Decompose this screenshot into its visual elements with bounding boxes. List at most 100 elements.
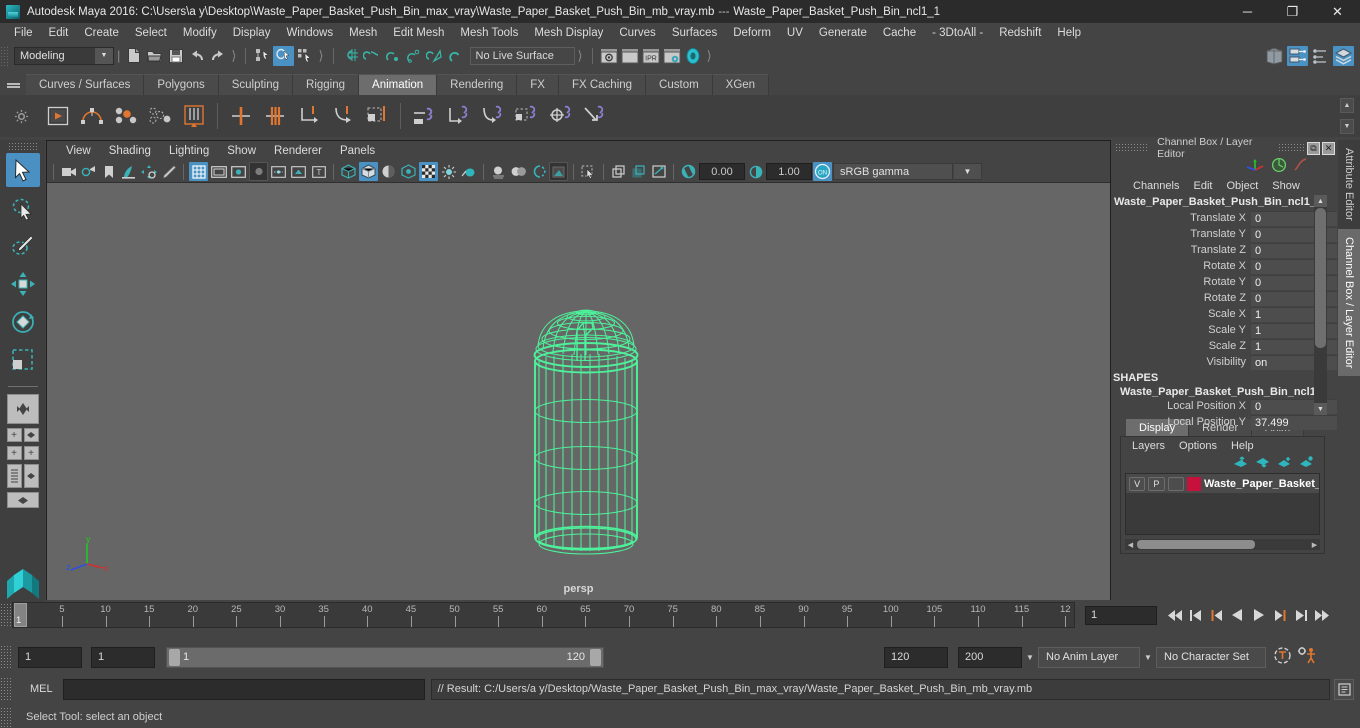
menu-cache[interactable]: Cache [875, 24, 924, 43]
shelf-scroll-up-icon[interactable]: ▲ [1340, 98, 1354, 113]
channel-row[interactable]: Translate Y0 [1112, 226, 1337, 242]
character-set-dropdown[interactable]: No Character Set [1156, 646, 1266, 668]
hscrollbar-thumb[interactable] [1137, 540, 1255, 549]
toolbox-grip[interactable] [7, 142, 38, 151]
color-management-chevron-down-icon[interactable]: ▼ [954, 163, 982, 180]
hud-text-icon[interactable]: T [309, 162, 328, 181]
layer-editor-icon[interactable] [1333, 45, 1354, 66]
menu-select[interactable]: Select [127, 24, 175, 43]
color-management-dropdown[interactable]: sRGB gamma [833, 163, 953, 180]
shelf-tab-rendering[interactable]: Rendering [437, 74, 518, 95]
viewport-3d-canvas[interactable]: y x z persp [47, 183, 1110, 600]
undo-icon[interactable] [186, 46, 207, 66]
channel-row[interactable]: Scale X1 [1112, 306, 1337, 322]
playback-start-field[interactable]: 1 [91, 646, 155, 668]
ipr-render-icon[interactable]: IPR [641, 46, 662, 66]
step-back-keyframe-icon[interactable] [1186, 604, 1205, 626]
shelf-tab-fx-caching[interactable]: FX Caching [558, 74, 647, 95]
aim-constraint-icon[interactable] [544, 99, 576, 133]
exposure-field[interactable]: 0.00 [699, 163, 745, 180]
menu-mesh[interactable]: Mesh [341, 24, 385, 43]
four-view-layout[interactable]: + [6, 428, 39, 442]
resolution-gate-icon[interactable] [229, 162, 248, 181]
play-backwards-icon[interactable] [1228, 604, 1247, 626]
menu-mesh-display[interactable]: Mesh Display [526, 24, 611, 43]
camera-attributes-icon[interactable] [79, 162, 98, 181]
lasso-select-tool[interactable] [6, 191, 40, 225]
point-constraint-icon[interactable] [442, 99, 474, 133]
menu-create[interactable]: Create [76, 24, 127, 43]
menu-modify[interactable]: Modify [175, 24, 225, 43]
close-button[interactable]: ✕ [1315, 0, 1360, 23]
scale-tool[interactable] [6, 343, 40, 377]
shelf-tab-xgen[interactable]: XGen [712, 74, 770, 95]
menu-help[interactable]: Help [1049, 24, 1089, 43]
live-surface-field[interactable]: No Live Surface [469, 46, 575, 65]
layer-playback-toggle[interactable]: P [1148, 476, 1165, 491]
orient-constraint-icon[interactable] [476, 99, 508, 133]
command-input[interactable] [62, 678, 425, 700]
save-scene-icon[interactable] [165, 46, 186, 66]
layer-visibility-toggle[interactable]: V [1129, 476, 1146, 491]
viewport-menu-lighting[interactable]: Lighting [160, 143, 218, 159]
scale-constraint-icon[interactable] [510, 99, 542, 133]
layer-menu-help[interactable]: Help [1224, 439, 1261, 453]
motion-blur-icon[interactable] [529, 162, 548, 181]
new-layer-icon[interactable] [1277, 456, 1292, 471]
range-slider-grip[interactable] [0, 645, 12, 669]
single-perspective-view[interactable] [6, 394, 39, 424]
time-slider[interactable]: 1 5 10 15 20 25 30 35 40 45 50 55 60 65 70 75 80 85 90 95 1… [12, 602, 1075, 628]
playback-end-field[interactable]: 120 [884, 646, 948, 668]
four-view-layout-bottom[interactable]: + + [6, 446, 39, 460]
open-scene-icon[interactable] [144, 46, 165, 66]
tab-channel-box[interactable]: Channel Box / Layer Editor [1338, 228, 1360, 377]
step-forward-frame-icon[interactable] [1270, 604, 1289, 626]
menu-windows[interactable]: Windows [278, 24, 341, 43]
2d-pan-zoom-icon[interactable] [139, 162, 158, 181]
isolate-select-icon[interactable] [579, 162, 598, 181]
color-management-toggle-icon[interactable]: ON [813, 162, 832, 181]
shelf-tab-rigging[interactable]: Rigging [293, 74, 360, 95]
viewport-menu-renderer[interactable]: Renderer [265, 143, 331, 159]
snap-to-curve-icon[interactable] [361, 46, 382, 66]
channel-row[interactable]: Scale Y1 [1112, 322, 1337, 338]
statusbar-grip[interactable] [0, 45, 8, 66]
gamma-icon[interactable] [746, 162, 765, 181]
scale-key-icon[interactable] [361, 99, 393, 133]
render-settings-icon[interactable] [662, 46, 683, 66]
channel-row[interactable]: Visibility on [1112, 354, 1337, 370]
shelf-scroll-down-icon[interactable]: ▼ [1340, 119, 1354, 134]
xray-icon[interactable] [289, 162, 308, 181]
expressions-icon[interactable] [1293, 157, 1309, 176]
ambient-occlusion-icon[interactable] [509, 162, 528, 181]
node-editor-icon[interactable] [1287, 45, 1308, 66]
snap-to-grid-icon[interactable] [340, 46, 361, 66]
channel-box-scrollbar[interactable]: ▲ ▼ [1314, 195, 1327, 415]
shelf-scroll-buttons[interactable]: ▲ ▼ [1340, 98, 1356, 134]
play-forwards-icon[interactable] [1249, 604, 1268, 626]
deformers-icon[interactable] [1271, 157, 1287, 176]
xray-joints-icon[interactable] [269, 162, 288, 181]
graph-editor-icon[interactable] [1310, 46, 1331, 66]
channel-row[interactable]: Local Position X0 [1112, 398, 1337, 414]
tab-attribute-editor[interactable]: Attribute Editor [1338, 140, 1360, 229]
set-key-icon[interactable] [76, 99, 108, 133]
shelf-tab-polygons[interactable]: Polygons [144, 74, 219, 95]
channel-row[interactable]: Rotate Y0 [1112, 274, 1337, 290]
channel-value[interactable]: 37.499 [1251, 414, 1337, 430]
menu-generate[interactable]: Generate [811, 24, 875, 43]
panel-float-icon[interactable]: ⧉ [1307, 141, 1321, 155]
channel-row[interactable]: Translate Z0 [1112, 242, 1337, 258]
anim-layer-dropdown[interactable]: No Anim Layer [1038, 646, 1140, 668]
outliner-icon[interactable] [1264, 46, 1285, 66]
display-layer-row[interactable]: V P Waste_Paper_Basket_Pus [1126, 474, 1319, 493]
help-line-grip[interactable] [0, 707, 12, 727]
menu-surfaces[interactable]: Surfaces [664, 24, 725, 43]
render-current-frame-icon[interactable] [599, 46, 620, 66]
go-to-start-icon[interactable] [1165, 604, 1184, 626]
parent-constraint-icon[interactable] [408, 99, 440, 133]
hscroll-left-icon[interactable]: ◀ [1125, 539, 1136, 550]
current-frame-field[interactable]: 1 [1085, 605, 1157, 625]
shelf-tab-handle[interactable] [0, 73, 26, 95]
layer-color-swatch[interactable] [1186, 476, 1201, 491]
